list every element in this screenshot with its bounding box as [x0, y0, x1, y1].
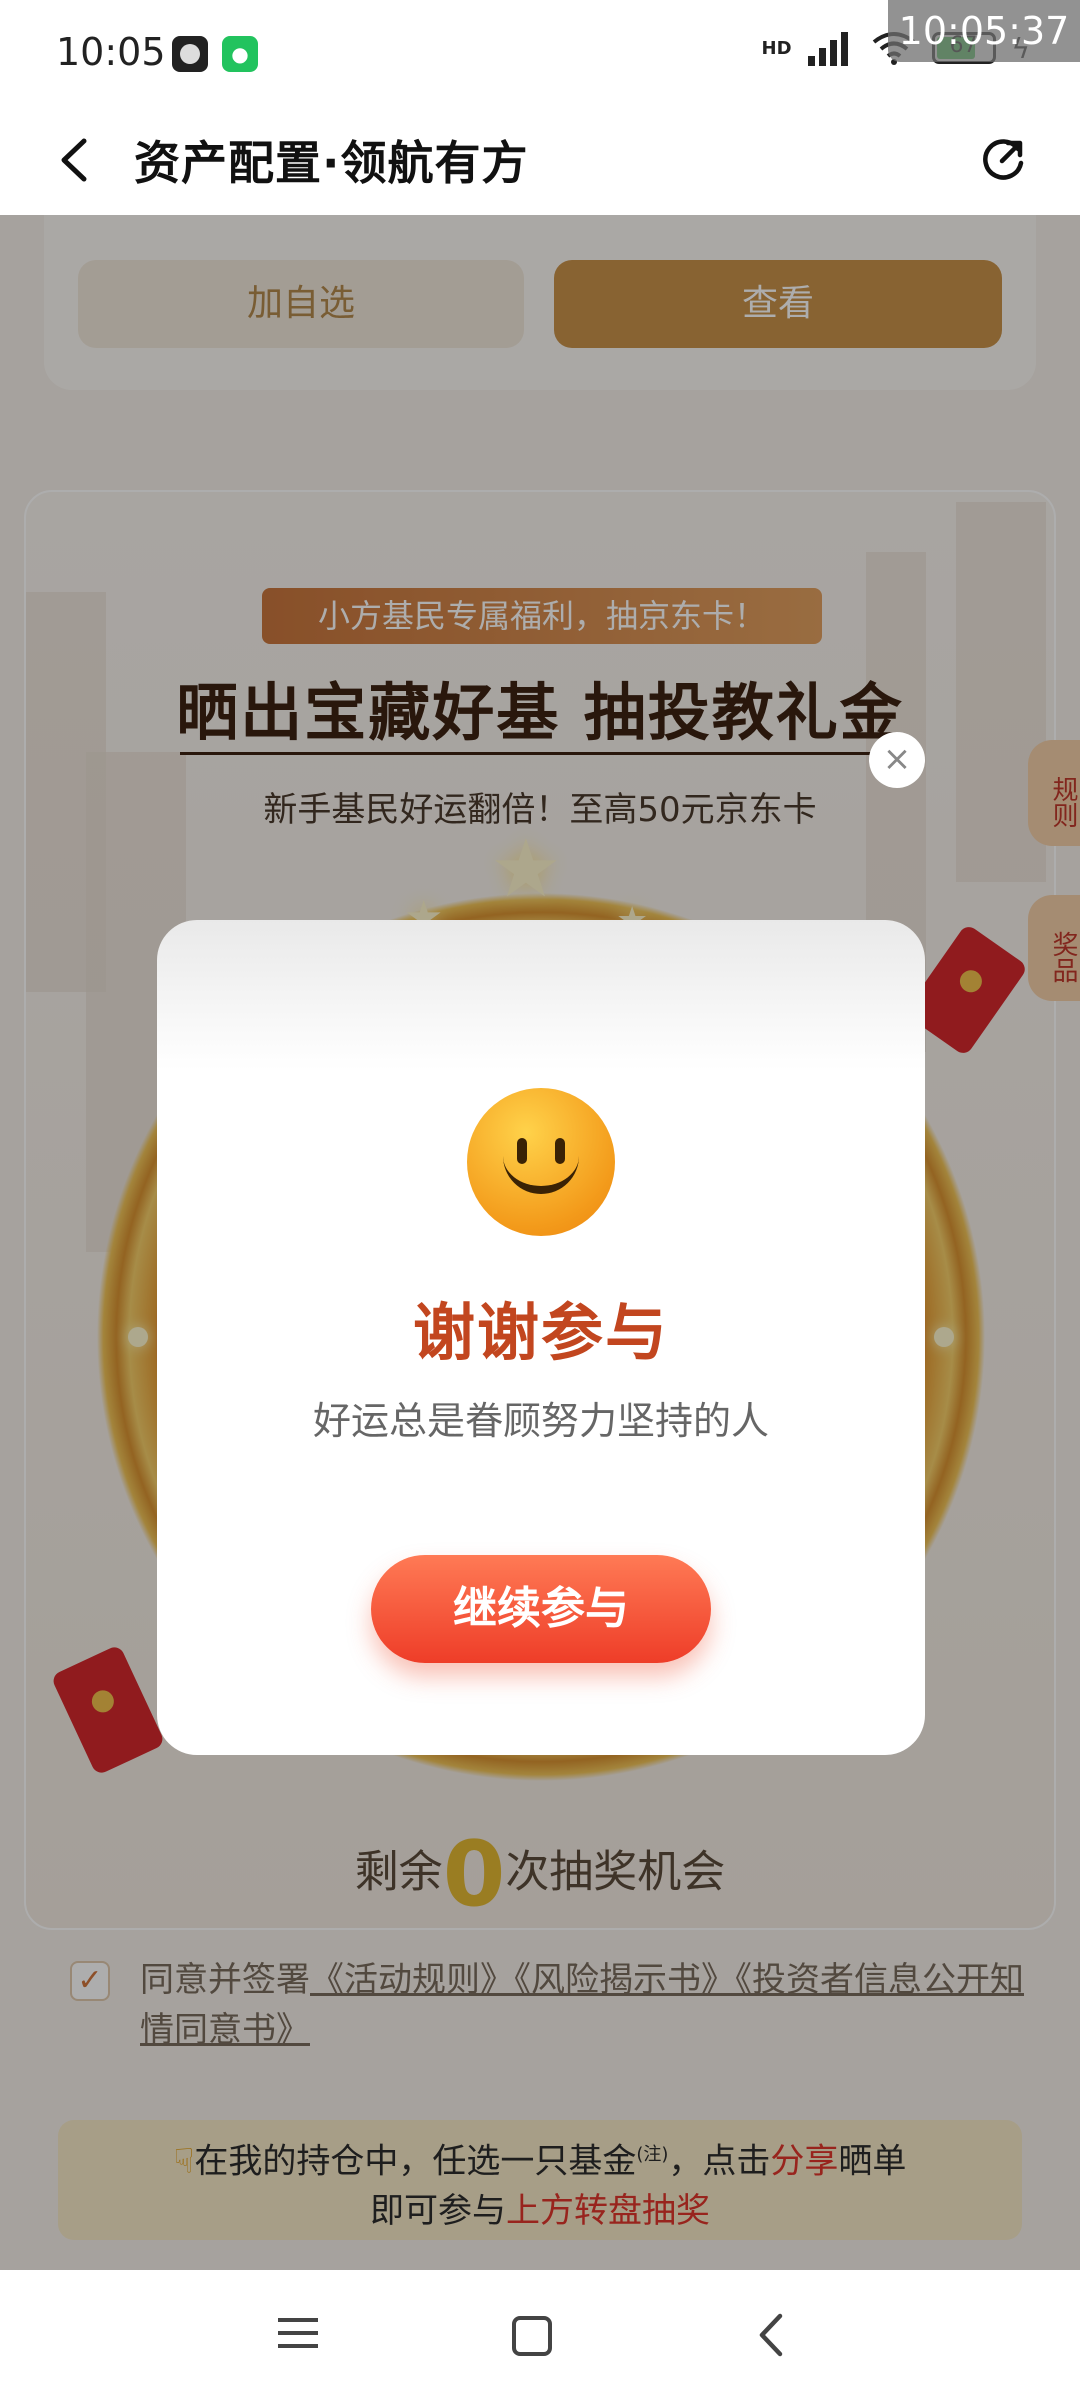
network-type: HD	[761, 37, 792, 59]
clock-app-icon	[172, 36, 208, 72]
clock-overlay: 10:05:37	[888, 0, 1080, 62]
smile-icon	[467, 1088, 615, 1236]
recent-apps-icon[interactable]	[278, 2312, 324, 2358]
close-icon[interactable]: ×	[869, 732, 925, 788]
wechat-icon: ●	[222, 36, 258, 72]
system-back-icon[interactable]	[750, 2312, 796, 2358]
share-refresh-icon[interactable]	[978, 135, 1028, 185]
result-modal: 谢谢参与 好运总是眷顾努力坚持的人 继续参与	[157, 920, 925, 1755]
modal-title: 谢谢参与	[412, 1296, 669, 1369]
modal-subtitle: 好运总是眷顾努力坚持的人	[312, 1399, 769, 1443]
page-title: 资产配置·领航有方	[134, 136, 529, 190]
system-nav-bar	[0, 2270, 1080, 2400]
continue-button[interactable]: 继续参与	[371, 1555, 711, 1663]
smile-mouth	[503, 1144, 579, 1194]
status-time: 10:05	[56, 30, 166, 74]
signal-icon	[807, 30, 856, 66]
nav-bar: 资产配置·领航有方	[0, 105, 1080, 215]
back-arrow-icon[interactable]	[54, 137, 94, 183]
home-icon[interactable]	[512, 2316, 552, 2356]
